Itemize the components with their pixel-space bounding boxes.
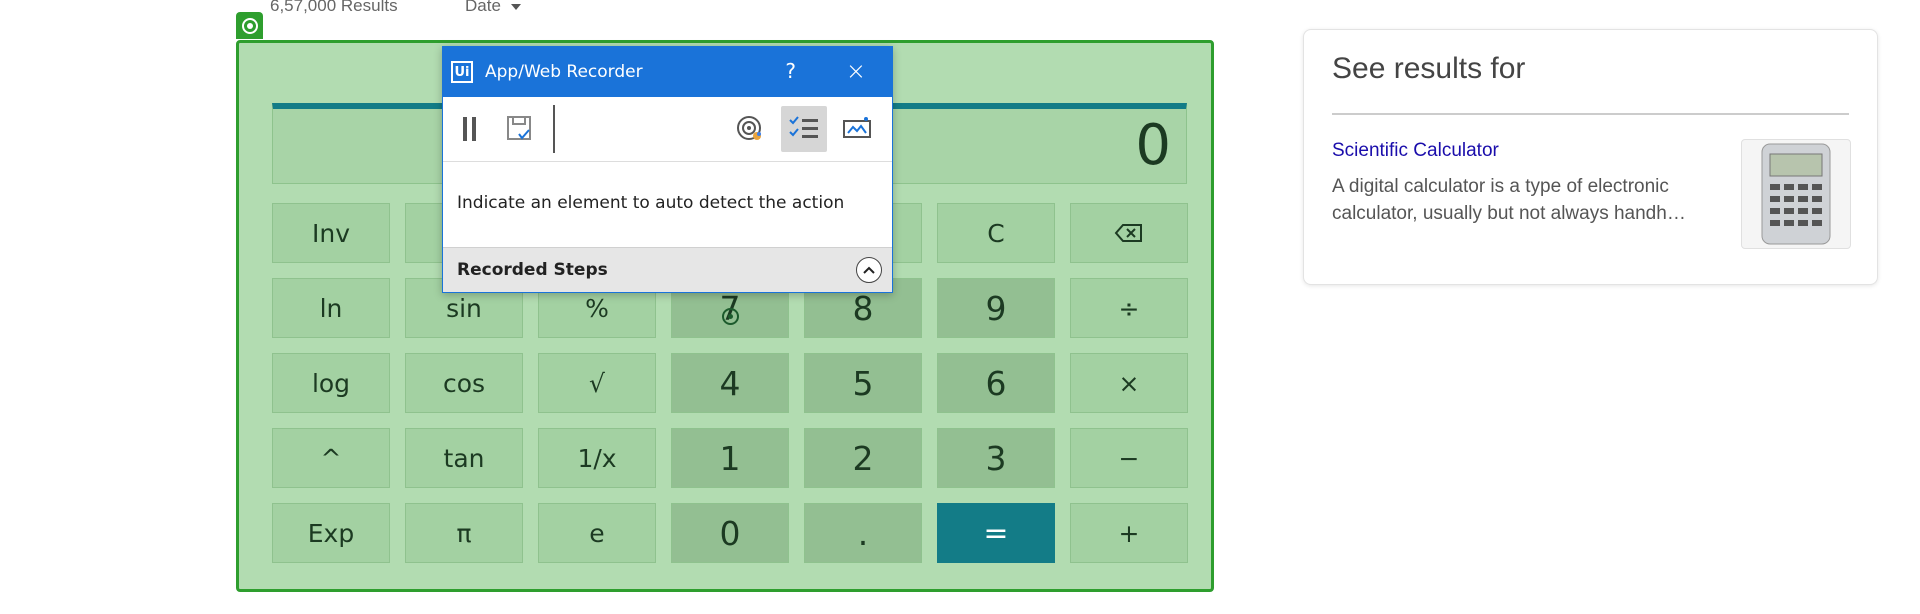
key-sqrt[interactable]: √: [538, 353, 656, 413]
key-pi[interactable]: π: [405, 503, 523, 563]
key-5-label: 5: [852, 363, 874, 403]
key-6[interactable]: 6: [937, 353, 1055, 413]
recorder-window: Ui App/Web Recorder ? × Indicate an elem…: [442, 46, 893, 293]
key-4[interactable]: 4: [671, 353, 789, 413]
key-add[interactable]: +: [1070, 503, 1188, 563]
key-inv-label: Inv: [311, 218, 350, 248]
key-ln[interactable]: ln: [272, 278, 390, 338]
result-description: A digital calculator is a type of electr…: [1332, 176, 1686, 224]
checklist-button[interactable]: [781, 106, 827, 152]
target-cursor-icon: [722, 308, 739, 325]
recorded-steps-label: Recorded Steps: [457, 260, 608, 280]
key-8-label: 8: [852, 288, 874, 328]
key-reciprocal-label: 1/x: [577, 443, 617, 473]
key-e[interactable]: e: [538, 503, 656, 563]
key-decimal-label: .: [857, 513, 869, 553]
pause-button[interactable]: [447, 106, 493, 152]
save-icon: [507, 116, 531, 140]
key-3-label: 3: [985, 438, 1007, 478]
key-sqrt-label: √: [589, 368, 605, 398]
key-clear-label: C: [987, 218, 1005, 248]
screen-scan-icon: [843, 117, 871, 138]
key-0[interactable]: 0: [671, 503, 789, 563]
key-power-label: ^: [320, 443, 342, 473]
recorder-titlebar: Ui App/Web Recorder ? ×: [443, 47, 892, 97]
key-exp[interactable]: Exp: [272, 503, 390, 563]
key-divide-label: ÷: [1118, 293, 1140, 323]
see-results-card: See results for Scientific Calculator A …: [1303, 29, 1878, 285]
key-backspace[interactable]: [1070, 203, 1188, 263]
key-log[interactable]: log: [272, 353, 390, 413]
key-cos[interactable]: cos: [405, 353, 523, 413]
help-button[interactable]: ?: [785, 59, 796, 83]
display-value: 0: [1135, 113, 1171, 178]
results-panel-title: See results for: [1332, 52, 1526, 85]
key-multiply-label: ×: [1118, 368, 1140, 398]
checklist-icon: [789, 116, 818, 138]
recorder-title: App/Web Recorder: [485, 62, 643, 82]
calculator-image[interactable]: [1741, 139, 1851, 249]
key-5[interactable]: 5: [804, 353, 922, 413]
key-divide[interactable]: ÷: [1070, 278, 1188, 338]
chevron-down-icon: [510, 4, 521, 10]
key-percent-label: %: [585, 293, 609, 323]
key-9[interactable]: 9: [937, 278, 1055, 338]
key-1[interactable]: 1: [671, 428, 789, 488]
date-filter-label: Date: [465, 0, 501, 15]
key-6-label: 6: [985, 363, 1007, 403]
key-2[interactable]: 2: [804, 428, 922, 488]
target-icon: [737, 116, 761, 140]
divider: [1332, 113, 1849, 115]
key-add-label: +: [1118, 518, 1140, 548]
key-9-label: 9: [985, 288, 1007, 328]
date-filter-dropdown[interactable]: Date: [465, 0, 521, 16]
recorded-steps-bar[interactable]: Recorded Steps: [443, 247, 892, 292]
key-decimal[interactable]: .: [804, 503, 922, 563]
collapse-button[interactable]: [856, 257, 882, 283]
key-multiply[interactable]: ×: [1070, 353, 1188, 413]
chevron-up-icon: [863, 266, 875, 274]
key-tan[interactable]: tan: [405, 428, 523, 488]
key-clear[interactable]: C: [937, 203, 1055, 263]
key-sin-label: sin: [446, 293, 482, 323]
key-tan-label: tan: [443, 443, 485, 473]
screen-scan-button[interactable]: [835, 106, 881, 152]
close-button[interactable]: ×: [846, 57, 866, 85]
key-log-label: log: [311, 368, 351, 398]
key-e-label: e: [589, 518, 605, 548]
key-inv[interactable]: Inv: [272, 203, 390, 263]
pause-icon: [463, 117, 476, 141]
backspace-icon: [1114, 224, 1142, 242]
target-button[interactable]: [727, 106, 773, 152]
key-ln-label: ln: [319, 293, 343, 323]
key-equals-label: =: [983, 515, 1009, 551]
key-exp-label: Exp: [307, 518, 355, 548]
key-reciprocal[interactable]: 1/x: [538, 428, 656, 488]
key-equals[interactable]: =: [937, 503, 1055, 563]
key-1-label: 1: [719, 438, 741, 478]
result-link[interactable]: Scientific Calculator: [1332, 140, 1499, 162]
toolbar-divider: [553, 105, 555, 153]
results-count: 6,57,000 Results: [270, 0, 398, 15]
key-2-label: 2: [852, 438, 874, 478]
key-0-label: 0: [719, 513, 741, 553]
target-icon: [236, 12, 263, 39]
save-button[interactable]: [497, 106, 543, 152]
key-power[interactable]: ^: [272, 428, 390, 488]
uipath-logo: Ui: [451, 61, 473, 83]
key-4-label: 4: [719, 363, 741, 403]
key-cos-label: cos: [442, 368, 486, 398]
key-subtract[interactable]: −: [1070, 428, 1188, 488]
key-subtract-label: −: [1118, 443, 1140, 473]
recorder-instruction: Indicate an element to auto detect the a…: [457, 193, 845, 213]
key-3[interactable]: 3: [937, 428, 1055, 488]
key-pi-label: π: [456, 518, 472, 548]
recorder-toolbar: [443, 97, 892, 162]
